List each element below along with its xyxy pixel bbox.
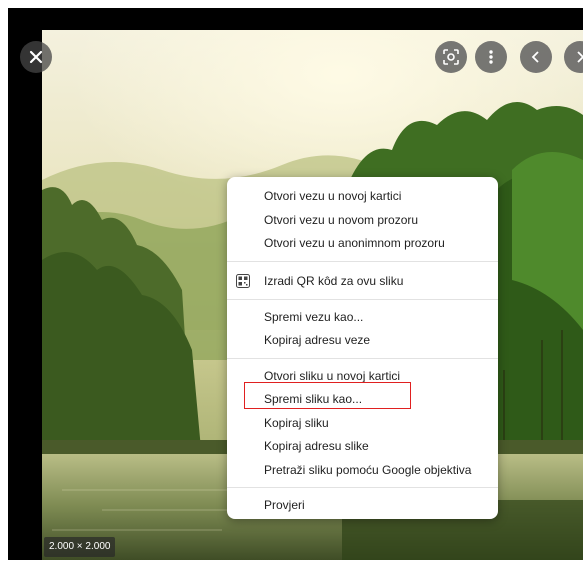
menu-item-label: Izradi QR kôd za ovu sliku [264,273,404,288]
menu-item-copy-link-address[interactable]: Kopiraj adresu veze [227,329,498,353]
chevron-right-icon [577,51,583,63]
more-vert-icon [489,50,493,64]
image-dimensions-badge: 2.000 × 2.000 [44,537,116,557]
menu-item-open-image-new-tab[interactable]: Otvori sliku u novoj kartici [227,365,498,389]
previous-image-button[interactable] [520,41,552,73]
menu-item-open-link-new-tab[interactable]: Otvori vezu u novoj kartici [227,185,498,209]
more-options-button[interactable] [475,41,507,73]
menu-item-save-link-as[interactable]: Spremi vezu kao... [227,306,498,330]
menu-separator [227,357,498,359]
qr-code-icon [236,273,250,288]
lens-search-button[interactable] [435,41,467,73]
close-button[interactable] [20,41,52,73]
menu-item-open-link-new-window[interactable]: Otvori vezu u novom prozoru [227,209,498,233]
menu-separator [227,260,498,262]
menu-item-inspect[interactable]: Provjeri [227,494,498,518]
chevron-left-icon [531,51,539,63]
context-menu: Otvori vezu u novoj kartici Otvori vezu … [227,177,498,519]
close-icon [29,50,43,64]
menu-item-copy-image-address[interactable]: Kopiraj adresu slike [227,435,498,459]
menu-item-search-with-google-lens[interactable]: Pretraži sliku pomoću Google objektiva [227,459,498,483]
menu-separator [227,487,498,488]
menu-separator [227,298,498,300]
menu-item-copy-image[interactable]: Kopiraj sliku [227,412,498,436]
menu-item-open-link-incognito[interactable]: Otvori vezu u anonimnom prozoru [227,232,498,256]
lens-icon [443,49,459,65]
menu-item-save-image-as[interactable]: Spremi sliku kao... [227,388,498,412]
menu-item-create-qr-code[interactable]: Izradi QR kôd za ovu sliku [227,268,498,294]
